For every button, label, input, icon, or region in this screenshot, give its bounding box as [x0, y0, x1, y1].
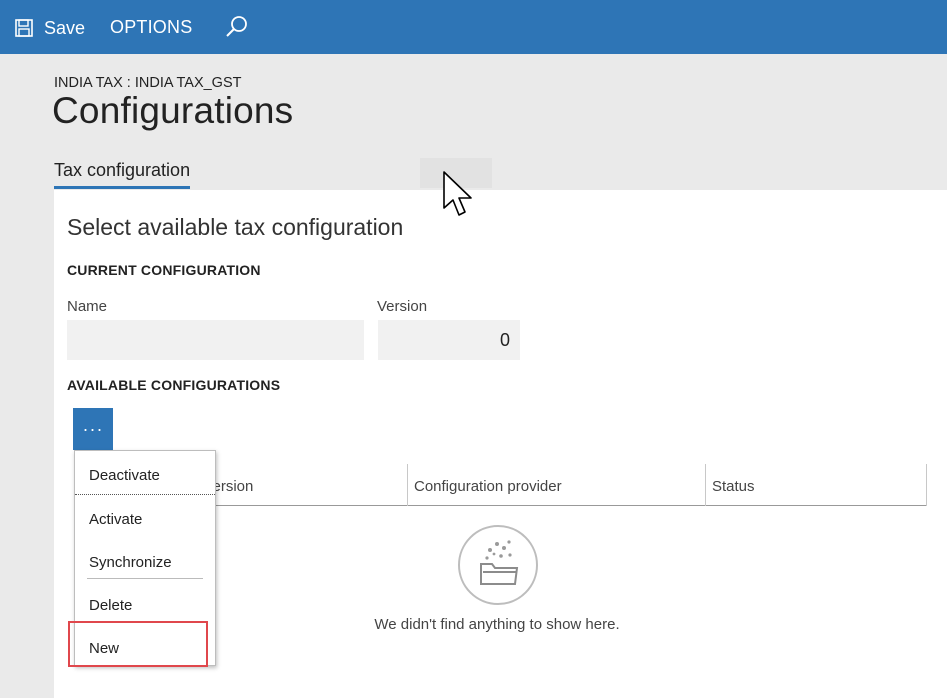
grid-header: version Configuration provider Status: [199, 464, 927, 506]
menu-item-synchronize[interactable]: Synchronize: [75, 541, 215, 581]
page-title: Configurations: [52, 90, 294, 131]
save-icon: [15, 19, 33, 37]
top-toolbar: Save OPTIONS: [0, 0, 947, 54]
version-field[interactable]: [378, 320, 520, 360]
ellipsis-icon: ···: [82, 418, 104, 439]
name-label: Name: [67, 298, 108, 315]
column-version[interactable]: version: [199, 464, 407, 506]
tab-tax-configuration[interactable]: Tax configuration: [54, 160, 191, 189]
search-button[interactable]: [224, 14, 250, 40]
save-label: Save: [44, 17, 86, 38]
section-title: Select available tax configuration: [67, 214, 404, 240]
available-configurations-label: AVAILABLE CONFIGURATIONS: [67, 377, 281, 393]
more-actions-button[interactable]: ···: [73, 408, 113, 450]
options-button[interactable]: OPTIONS: [110, 17, 192, 38]
current-configuration-label: CURRENT CONFIGURATION: [67, 262, 261, 278]
empty-folder-icon: [458, 525, 538, 605]
menu-item-deactivate[interactable]: Deactivate: [75, 454, 215, 495]
menu-item-activate[interactable]: Activate: [75, 498, 215, 538]
menu-item-delete[interactable]: Delete: [75, 584, 215, 624]
mouse-cursor-icon: [443, 171, 472, 216]
empty-state-text: We didn't find anything to show here.: [374, 616, 620, 633]
column-status[interactable]: Status: [705, 464, 927, 506]
menu-item-new[interactable]: New: [75, 627, 215, 667]
menu-divider: [87, 578, 203, 579]
page-caption: INDIA TAX : INDIA TAX_GST: [54, 75, 242, 91]
search-icon: [226, 16, 247, 37]
more-actions-menu: Deactivate Activate Synchronize Delete N…: [74, 450, 216, 666]
column-configuration-provider[interactable]: Configuration provider: [407, 464, 705, 506]
version-label: Version: [377, 298, 428, 315]
save-button[interactable]: Save: [14, 15, 85, 41]
name-field[interactable]: [67, 320, 364, 360]
